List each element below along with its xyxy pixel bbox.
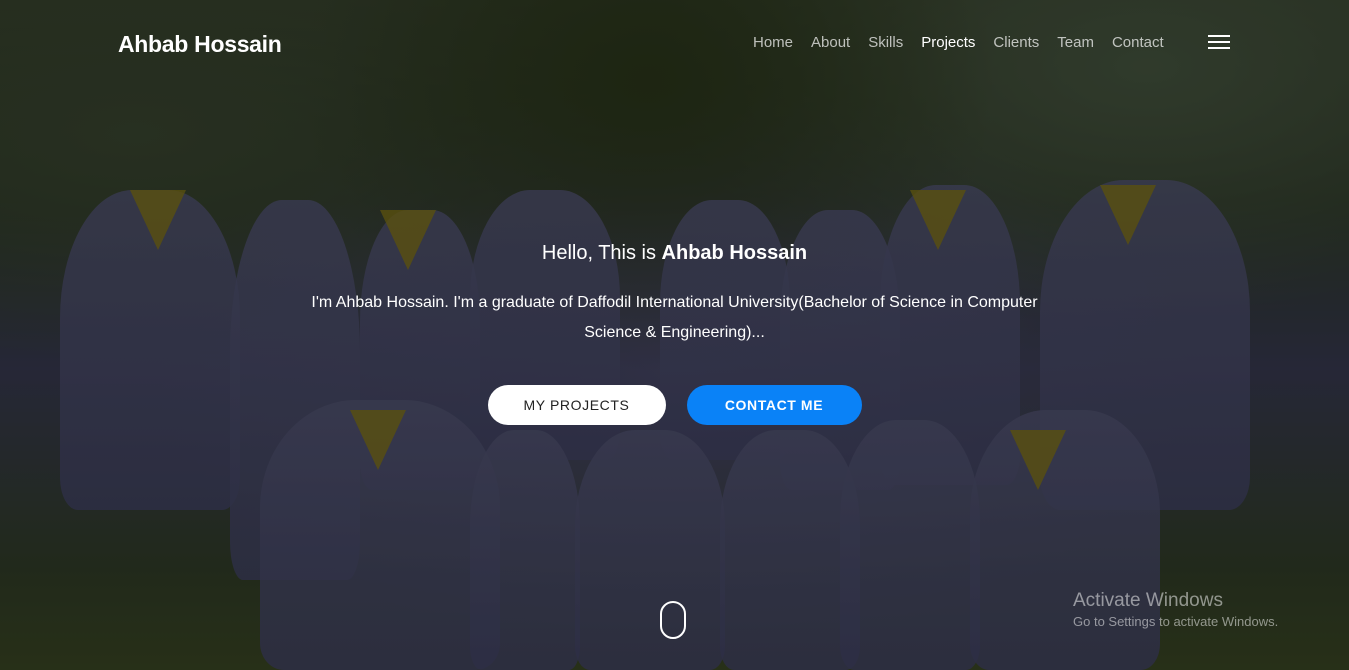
hero-greeting-prefix: Hello, This is (541, 242, 662, 264)
contact-me-button[interactable]: CONTACT ME (686, 385, 862, 425)
hero-content: Hello, This is Ahbab Hossain I'm Ahbab H… (0, 238, 1349, 348)
scroll-down-mouse-icon[interactable] (660, 601, 686, 639)
hero-intro: I'm Ahbab Hossain. I'm a graduate of Daf… (311, 294, 1038, 341)
nav-link-team[interactable]: Team (1057, 34, 1094, 51)
navbar: Ahbab Hossain Home About Skills Projects… (0, 0, 1349, 88)
watermark-title: Activate Windows (1073, 590, 1223, 611)
nav-link-contact[interactable]: Contact (1112, 34, 1164, 51)
nav-links: Home About Skills Projects Clients Team … (753, 34, 1182, 51)
nav-link-skills[interactable]: Skills (868, 34, 903, 51)
hamburger-menu-icon[interactable] (1208, 35, 1230, 51)
nav-link-home[interactable]: Home (753, 34, 793, 51)
hero-section: Ahbab Hossain Home About Skills Projects… (0, 0, 1349, 670)
hero-greeting-name: Ahbab Hossain (661, 242, 808, 264)
brand-logo[interactable]: Ahbab Hossain (118, 31, 282, 58)
nav-link-clients[interactable]: Clients (993, 34, 1039, 51)
nav-link-about[interactable]: About (811, 34, 850, 51)
activate-windows-watermark: Activate Windows Go to Settings to activ… (1073, 590, 1278, 632)
hero-greeting: Hello, This is Ahbab Hossain (0, 238, 1349, 268)
hero-buttons: MY PROJECTS CONTACT ME (0, 385, 1349, 425)
nav-link-projects[interactable]: Projects (921, 34, 975, 51)
watermark-subtitle: Go to Settings to activate Windows. (1073, 614, 1279, 629)
my-projects-button[interactable]: MY PROJECTS (487, 385, 666, 425)
